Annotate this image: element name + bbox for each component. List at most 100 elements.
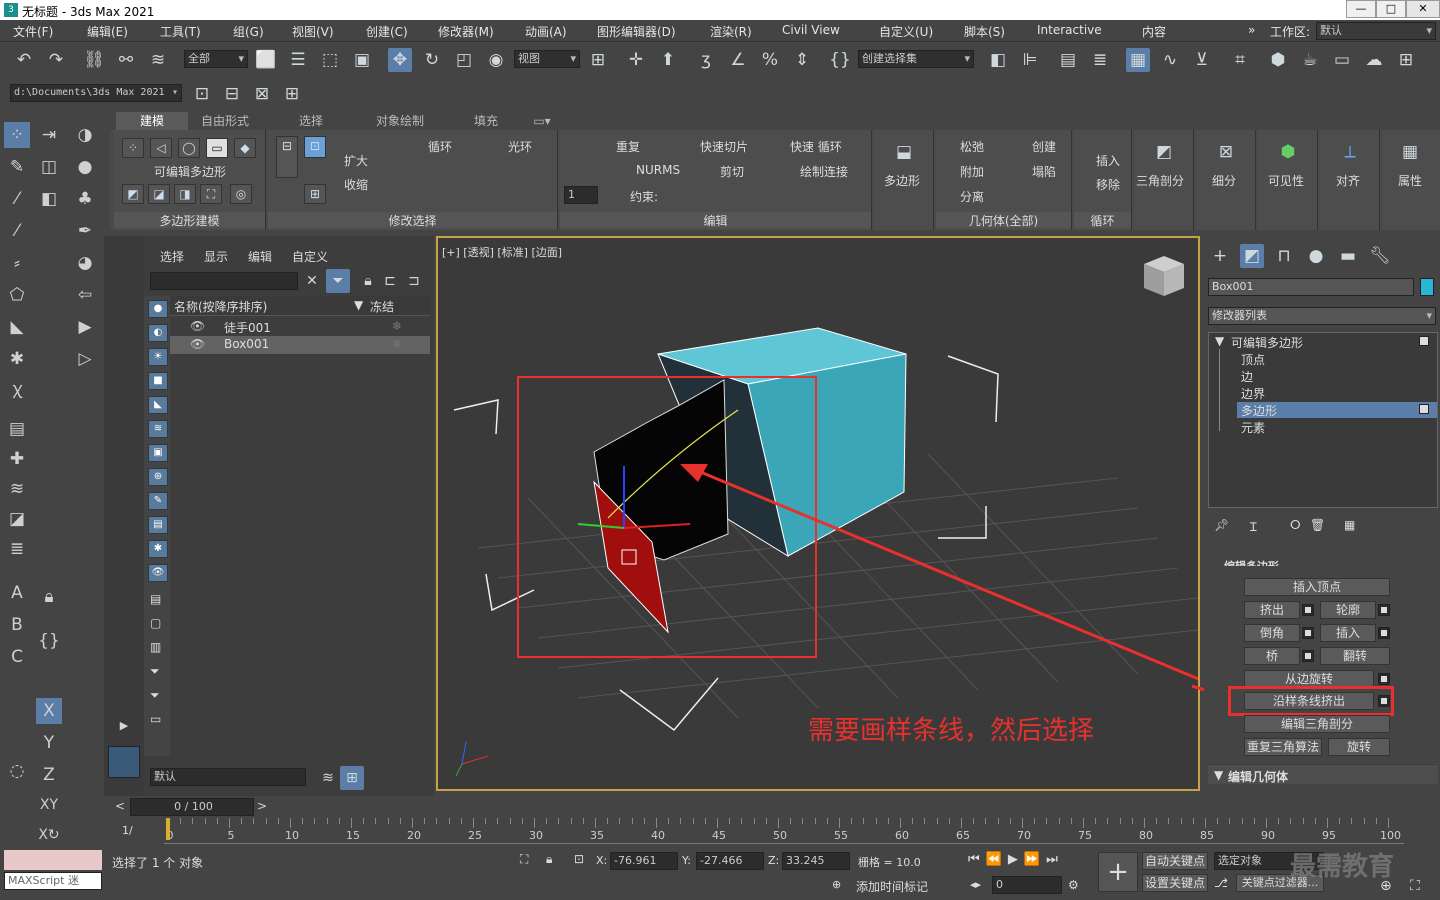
render-online-icon[interactable]: ⊞ xyxy=(1394,48,1418,72)
paint-connect-label[interactable]: 绘制连接 xyxy=(800,163,848,180)
play-tool-icon[interactable]: ▶ xyxy=(72,314,98,340)
ribbon-toggle-icon[interactable]: ▦ xyxy=(1126,48,1150,72)
curve-editor-icon[interactable]: ∿ xyxy=(1158,48,1182,72)
col-name-header[interactable]: 名称(按降序排序) xyxy=(174,298,267,315)
filter-settings-icon[interactable]: ▭ xyxy=(150,712,161,726)
col-frozen-header[interactable]: 冻结 xyxy=(370,298,394,315)
layer-stack-icon[interactable]: ≋ xyxy=(316,766,340,790)
hierarchy-layer-icon[interactable]: ⊐ xyxy=(402,269,426,293)
menu-interactive[interactable]: Interactive xyxy=(1037,23,1102,37)
remove-loop-label[interactable]: 移除 xyxy=(1096,176,1120,193)
paint-icon[interactable]: ◣ xyxy=(4,314,30,340)
inset-settings-icon[interactable] xyxy=(1378,627,1390,639)
select-by-name-icon[interactable]: ☰ xyxy=(286,48,310,72)
auto-key-button[interactable]: 自动关键点 xyxy=(1142,852,1208,870)
xyz-icon[interactable]: ꭓ xyxy=(4,376,30,402)
x-coord-field[interactable]: -76.961 xyxy=(610,852,678,870)
extrude-along-spline-button[interactable]: 沿样条线挤出 xyxy=(1244,692,1374,710)
toggle-scene-explorer-icon[interactable]: ≣ xyxy=(1088,48,1112,72)
modify-tab-icon[interactable]: ◩ xyxy=(1240,244,1264,268)
bridge-button[interactable]: 桥 xyxy=(1244,647,1300,665)
select-manipulate-icon[interactable]: ✛ xyxy=(624,48,648,72)
object-name-field[interactable]: Box001 xyxy=(1208,278,1414,296)
configure-sets-icon[interactable]: ▦ xyxy=(1344,518,1355,532)
create-tab-icon[interactable]: + xyxy=(1208,244,1232,268)
maximize-viewport-icon[interactable]: ⛶ xyxy=(1410,878,1420,894)
place-icon[interactable]: ◉ xyxy=(484,48,508,72)
geometry-rollout-header[interactable]: ▼ 编辑几何体 xyxy=(1208,766,1438,784)
rotate-icon[interactable]: ↻ xyxy=(420,48,444,72)
polygon-icon[interactable]: ▭ xyxy=(206,138,228,158)
stack-item-light-icon[interactable] xyxy=(1419,404,1429,414)
element-icon[interactable]: ◆ xyxy=(234,138,256,158)
edit-caption[interactable]: 编辑 xyxy=(560,212,871,228)
display-shapes-icon[interactable]: ◐ xyxy=(148,324,168,342)
iterations-spinner[interactable]: 1 xyxy=(564,186,598,204)
edge-icon[interactable]: ◁ xyxy=(150,138,172,158)
set-key-big-icon[interactable]: + xyxy=(1098,852,1138,892)
menu-graph-editors[interactable]: 图形编辑器(D) xyxy=(597,23,676,40)
asterisk-icon[interactable]: ✱ xyxy=(4,346,30,372)
menu-create[interactable]: 创建(C) xyxy=(366,23,408,40)
scene-search-input[interactable] xyxy=(150,272,298,290)
scale-icon[interactable]: ◰ xyxy=(452,48,476,72)
outline-button[interactable]: 轮廓 xyxy=(1320,601,1376,619)
select-by-angle-icon[interactable]: ⊞ xyxy=(304,184,326,204)
menu-content[interactable]: 内容 xyxy=(1142,23,1166,40)
outline-settings-icon[interactable] xyxy=(1378,604,1390,616)
visibility-label[interactable]: 可见性 xyxy=(1268,172,1304,189)
polygon-extrude-icon[interactable]: ⬓ xyxy=(892,140,916,164)
display-cameras-icon[interactable]: ■ xyxy=(148,372,168,390)
lock-icon[interactable]: 🔒︎ xyxy=(36,584,62,610)
hierarchy-icon[interactable]: ⊏ xyxy=(378,269,402,293)
link-tool-icon[interactable]: ⁄ xyxy=(4,218,30,244)
display-lights-icon[interactable]: ☀ xyxy=(148,348,168,366)
close-button[interactable]: ✕ xyxy=(1406,0,1440,18)
expand-arrow-icon[interactable]: ▶ xyxy=(112,714,136,738)
deck-icon[interactable]: ≣ xyxy=(4,536,30,562)
menu-group[interactable]: 组(G) xyxy=(233,23,264,40)
viewport-layout-icon[interactable] xyxy=(108,746,140,778)
menu-rendering[interactable]: 渲染(R) xyxy=(710,23,752,40)
freeze-icon[interactable]: ❄ xyxy=(392,337,402,351)
percent-snap-icon[interactable]: % xyxy=(758,48,782,72)
tab-freeform[interactable]: 自由形式 xyxy=(190,112,260,130)
rollout-collapse-icon[interactable]: ▼ xyxy=(1214,768,1223,782)
visibility-eye-icon[interactable]: 👁︎ xyxy=(190,319,205,333)
menu-scripting[interactable]: 脚本(S) xyxy=(964,23,1005,40)
stack-expand-icon[interactable]: ▼ xyxy=(1215,334,1224,348)
add-layer-icon[interactable]: ✚ xyxy=(4,446,30,472)
stack-item-element[interactable]: 元素 xyxy=(1241,419,1265,436)
mirror-icon[interactable]: ◧ xyxy=(986,48,1010,72)
frame-step-icon[interactable]: ◂▸ xyxy=(970,878,981,891)
layer-explorer-icon[interactable]: ▤ xyxy=(1056,48,1080,72)
text-a-icon[interactable]: A xyxy=(4,580,30,606)
import-icon[interactable]: ⇥ xyxy=(36,122,62,148)
menu-file[interactable]: 文件(F) xyxy=(13,23,53,40)
set-project-icon[interactable]: ⊡ xyxy=(190,82,214,106)
select-none-icon[interactable]: ▢ xyxy=(150,616,161,630)
absolute-mode-icon[interactable]: ⊡ xyxy=(574,852,584,866)
time-config-icon[interactable]: ⚙ xyxy=(1068,878,1079,892)
z-coord-field[interactable]: 33.245 xyxy=(782,852,850,870)
stack-layers-icon[interactable]: ≋ xyxy=(4,476,30,502)
collapse-label[interactable]: 塌陷 xyxy=(1032,163,1056,180)
display-helpers-icon[interactable]: ◣ xyxy=(148,396,168,414)
bind-spacewarp-icon[interactable]: ≋ xyxy=(146,48,170,72)
prev-frame-icon[interactable]: < xyxy=(112,798,128,814)
stack-item-polygon-row[interactable]: 多边形 xyxy=(1237,402,1437,418)
visibility-eye-icon[interactable]: 👁︎ xyxy=(190,337,205,351)
utilities-tab-icon[interactable]: 🔧︎ xyxy=(1368,244,1392,268)
insert-vertex-button[interactable]: 插入顶点 xyxy=(1244,578,1390,596)
globe-icon[interactable]: ◕ xyxy=(72,250,98,276)
preview-icon[interactable]: ◎ xyxy=(230,184,252,204)
invert-select-icon[interactable]: ▥ xyxy=(150,640,161,654)
project-folder-icon[interactable]: ⊟ xyxy=(220,82,244,106)
triangulate-label[interactable]: 三角剖分 xyxy=(1136,172,1184,189)
select-object-icon[interactable]: ⬜ xyxy=(254,48,278,72)
dope-sheet-icon[interactable]: ⊻ xyxy=(1190,48,1214,72)
scene-menu-select[interactable]: 选择 xyxy=(160,248,184,265)
relax-label[interactable]: 松弛 xyxy=(960,138,984,155)
nurms-label[interactable]: NURMS xyxy=(636,163,680,177)
hierarchy-tab-icon[interactable]: ⊓ xyxy=(1272,244,1296,268)
